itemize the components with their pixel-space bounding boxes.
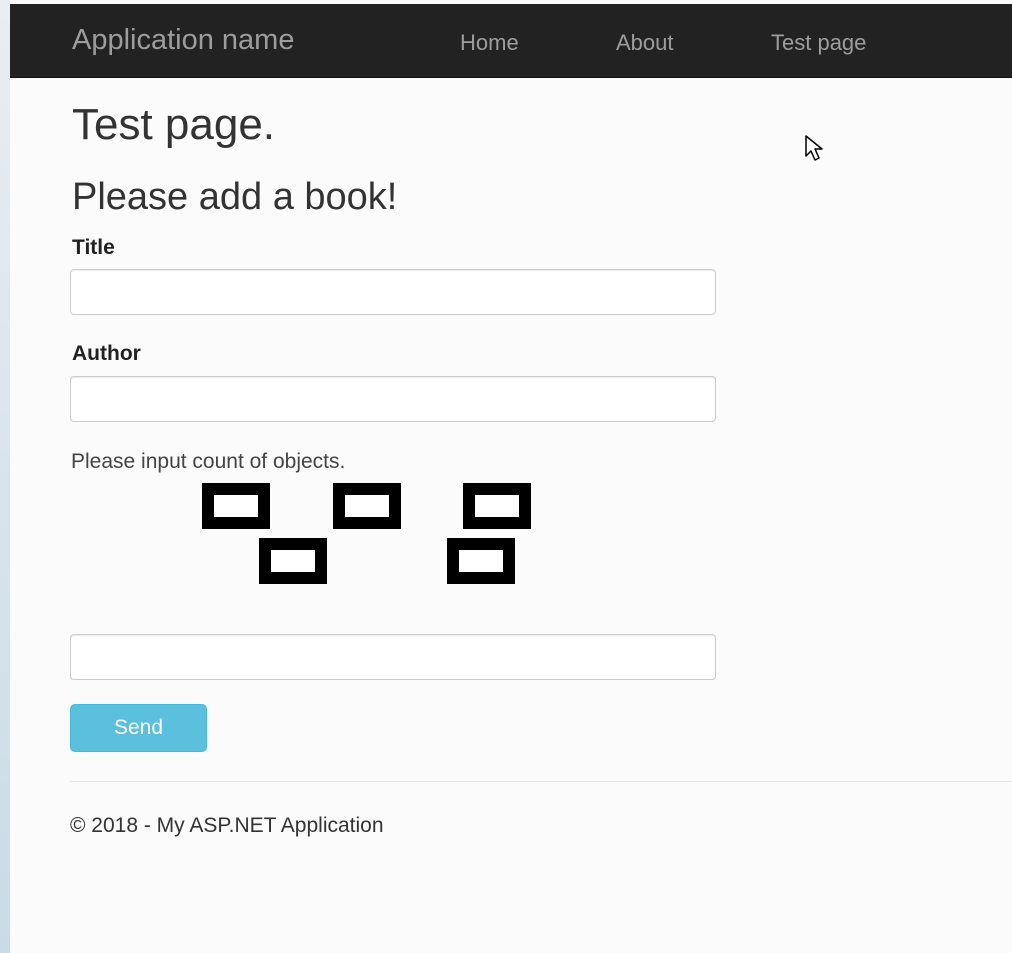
author-input[interactable] bbox=[70, 376, 716, 422]
author-label: Author bbox=[72, 342, 141, 365]
nav-link-about[interactable]: About bbox=[616, 30, 674, 56]
form-heading: Please add a book! bbox=[72, 176, 398, 218]
brand-link[interactable]: Application name bbox=[72, 24, 294, 57]
footer-copyright: © 2018 - My ASP.NET Application bbox=[70, 814, 384, 837]
navbar: Application name Home About Test page bbox=[10, 4, 1012, 78]
captcha-square-icon bbox=[333, 483, 401, 529]
title-label: Title bbox=[72, 236, 115, 259]
captcha-square-icon bbox=[202, 483, 270, 529]
mouse-pointer-icon bbox=[805, 135, 823, 161]
captcha-square-icon bbox=[447, 538, 515, 584]
nav-link-home[interactable]: Home bbox=[460, 30, 519, 56]
window-edge bbox=[0, 0, 10, 953]
captcha-answer-input[interactable] bbox=[70, 634, 716, 680]
captcha-square-icon bbox=[259, 538, 327, 584]
send-button[interactable]: Send bbox=[70, 704, 207, 752]
captcha-square-icon bbox=[463, 483, 531, 529]
title-input[interactable] bbox=[70, 269, 716, 315]
footer-divider bbox=[70, 781, 1012, 782]
captcha-prompt: Please input count of objects. bbox=[71, 450, 346, 473]
page-title: Test page. bbox=[72, 100, 276, 149]
nav-link-test-page[interactable]: Test page bbox=[771, 30, 866, 56]
